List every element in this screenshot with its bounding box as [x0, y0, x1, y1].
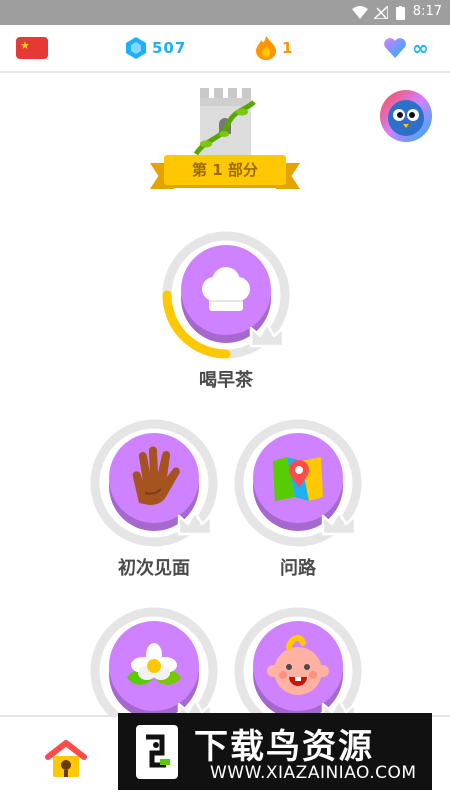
section-banner[interactable]: 第 1 部分 — [150, 153, 300, 193]
duo-avatar-icon[interactable] — [379, 89, 433, 143]
streak-counter[interactable]: 1 — [256, 35, 293, 61]
no-signal-icon — [374, 6, 388, 19]
watermark-url: WWW.XIAZAINIAO.COM — [210, 763, 417, 783]
skill-label: 喝早茶 — [199, 370, 253, 391]
watermark-title: 下载鸟资源 — [194, 727, 374, 767]
status-bar: 8:17 — [0, 0, 450, 25]
gems-counter[interactable]: 507 — [126, 35, 186, 61]
status-time: 8:17 — [412, 4, 442, 19]
home-icon[interactable] — [44, 739, 88, 779]
streak-count: 1 — [282, 39, 294, 57]
section-label: 第 1 部分 — [164, 155, 286, 185]
gems-count: 507 — [152, 39, 187, 57]
bird-logo-icon — [136, 725, 178, 779]
china-flag-icon: ★ — [16, 37, 48, 59]
castle-icon — [193, 88, 256, 158]
crown-icon — [177, 510, 213, 536]
crown-icon — [249, 322, 285, 348]
language-selector[interactable]: ★ — [16, 35, 48, 61]
crown-icon — [321, 510, 357, 536]
wifi-icon — [352, 6, 368, 19]
heart-icon — [384, 38, 406, 58]
skill-label: 问路 — [280, 558, 316, 579]
gem-icon — [126, 37, 146, 59]
top-bar: ★ 507 1 ∞ — [0, 25, 450, 73]
hearts-count: ∞ — [412, 36, 430, 60]
streak-fire-icon — [256, 36, 276, 60]
hearts-counter[interactable]: ∞ — [384, 35, 430, 61]
battery-icon — [396, 6, 405, 20]
watermark-banner: 下载鸟资源 WWW.XIAZAINIAO.COM — [118, 713, 432, 790]
